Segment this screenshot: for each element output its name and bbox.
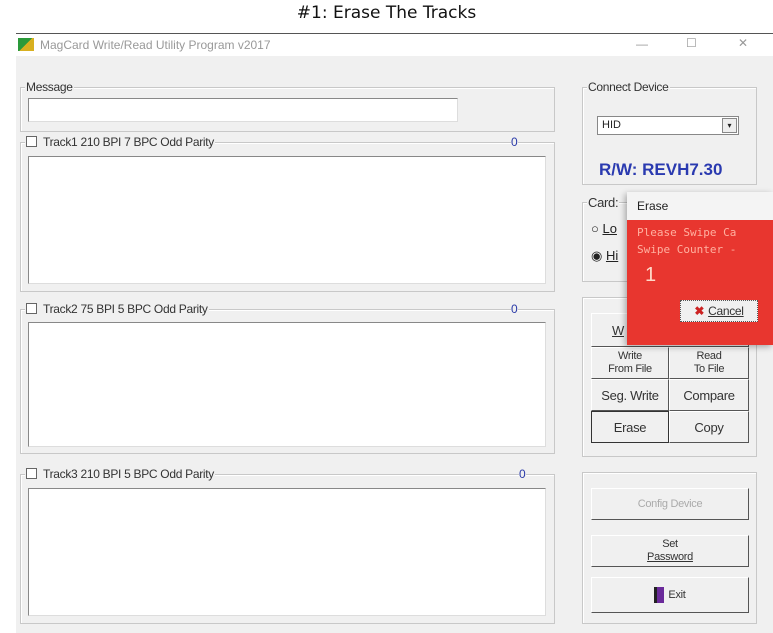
window-title: MagCard Write/Read Utility Program v2017 — [40, 38, 271, 52]
track2-checkbox[interactable] — [26, 303, 37, 314]
track2-label: Track2 75 BPI 5 BPC Odd Parity — [43, 302, 208, 316]
cancel-label: Cancel — [708, 303, 744, 318]
app-icon — [18, 38, 34, 51]
write-from-file-button[interactable]: Write From File — [591, 347, 669, 379]
connect-device-group: Connect Device HID ▾ R/W: REVH7.30 — [582, 80, 757, 185]
track1-label: Track1 210 BPI 7 BPC Odd Parity — [43, 135, 214, 149]
close-button[interactable]: ✕ — [738, 36, 748, 50]
radio-high-label: Hi — [605, 248, 619, 263]
radio-high[interactable]: ◉ Hi — [591, 248, 618, 264]
erase-button[interactable]: Erase — [591, 411, 669, 443]
seg-write-button[interactable]: Seg. Write — [591, 379, 669, 411]
copy-button[interactable]: Copy — [669, 411, 749, 443]
version-label: R/W: REVH7.30 — [599, 160, 723, 179]
track2-group: Track2 75 BPI 5 BPC Odd Parity 0 — [20, 302, 555, 454]
cancel-button[interactable]: ✖ Cancel — [680, 300, 758, 322]
track3-checkbox[interactable] — [26, 468, 37, 479]
device-tools-group: Config Device Set Password Exit — [582, 472, 757, 624]
maximize-button[interactable]: ☐ — [686, 36, 697, 50]
track1-count: 0 — [511, 135, 518, 149]
caption: #1: Erase The Tracks — [296, 3, 477, 23]
message-label: Message — [25, 80, 74, 94]
title-bar: MagCard Write/Read Utility Program v2017… — [16, 34, 773, 56]
exit-label: Exit — [668, 588, 686, 601]
track3-group: Track3 210 BPI 5 BPC Odd Parity 0 — [20, 467, 555, 624]
dialog-title-bar: Erase — [627, 192, 773, 220]
radio-low-label: Lo — [602, 221, 617, 236]
swipe-counter: 1 — [645, 264, 657, 286]
track1-header: Track1 210 BPI 7 BPC Odd Parity — [25, 135, 215, 149]
exit-button[interactable]: Exit — [591, 577, 749, 613]
device-select[interactable]: HID ▾ — [597, 116, 739, 135]
message-field[interactable] — [28, 98, 458, 122]
radio-low[interactable]: ○ Lo — [591, 221, 617, 236]
compare-button[interactable]: Compare — [669, 379, 749, 411]
rtf-line2: To File — [693, 363, 725, 375]
track2-header: Track2 75 BPI 5 BPC Odd Parity — [25, 302, 209, 316]
dialog-line2: Swipe Counter - — [637, 243, 737, 256]
dialog-line1: Please Swipe Ca — [637, 226, 737, 239]
wff-line1: Write — [618, 350, 642, 362]
track3-count: 0 — [519, 467, 526, 481]
wff-line2: From File — [608, 363, 652, 375]
device-select-value: HID — [602, 119, 621, 131]
track2-count: 0 — [511, 302, 518, 316]
dialog-title: Erase — [637, 199, 669, 213]
exit-door-icon — [654, 587, 665, 603]
sp-line2: Password — [647, 551, 693, 563]
card-label: Card: — [587, 195, 620, 210]
track2-data[interactable] — [28, 322, 546, 447]
message-group: Message — [20, 80, 555, 132]
chevron-down-icon[interactable]: ▾ — [722, 118, 737, 133]
track3-label: Track3 210 BPI 5 BPC Odd Parity — [43, 467, 214, 481]
track3-header: Track3 210 BPI 5 BPC Odd Parity — [25, 467, 215, 481]
connect-device-label: Connect Device — [587, 80, 670, 94]
erase-dialog: Erase Please Swipe Ca Swipe Counter - 1 … — [627, 192, 773, 345]
close-x-icon: ✖ — [694, 303, 705, 318]
write-label: W — [612, 322, 624, 338]
track1-data[interactable] — [28, 156, 546, 284]
sp-line1: Set — [662, 538, 678, 550]
read-to-file-button[interactable]: Read To File — [669, 347, 749, 379]
config-device-button[interactable]: Config Device — [591, 488, 749, 520]
set-password-button[interactable]: Set Password — [591, 535, 749, 567]
track1-checkbox[interactable] — [26, 136, 37, 147]
rtf-line1: Read — [696, 350, 722, 362]
track3-data[interactable] — [28, 488, 546, 616]
track1-group: Track1 210 BPI 7 BPC Odd Parity 0 — [20, 135, 555, 292]
minimize-button[interactable]: — — [636, 37, 648, 51]
